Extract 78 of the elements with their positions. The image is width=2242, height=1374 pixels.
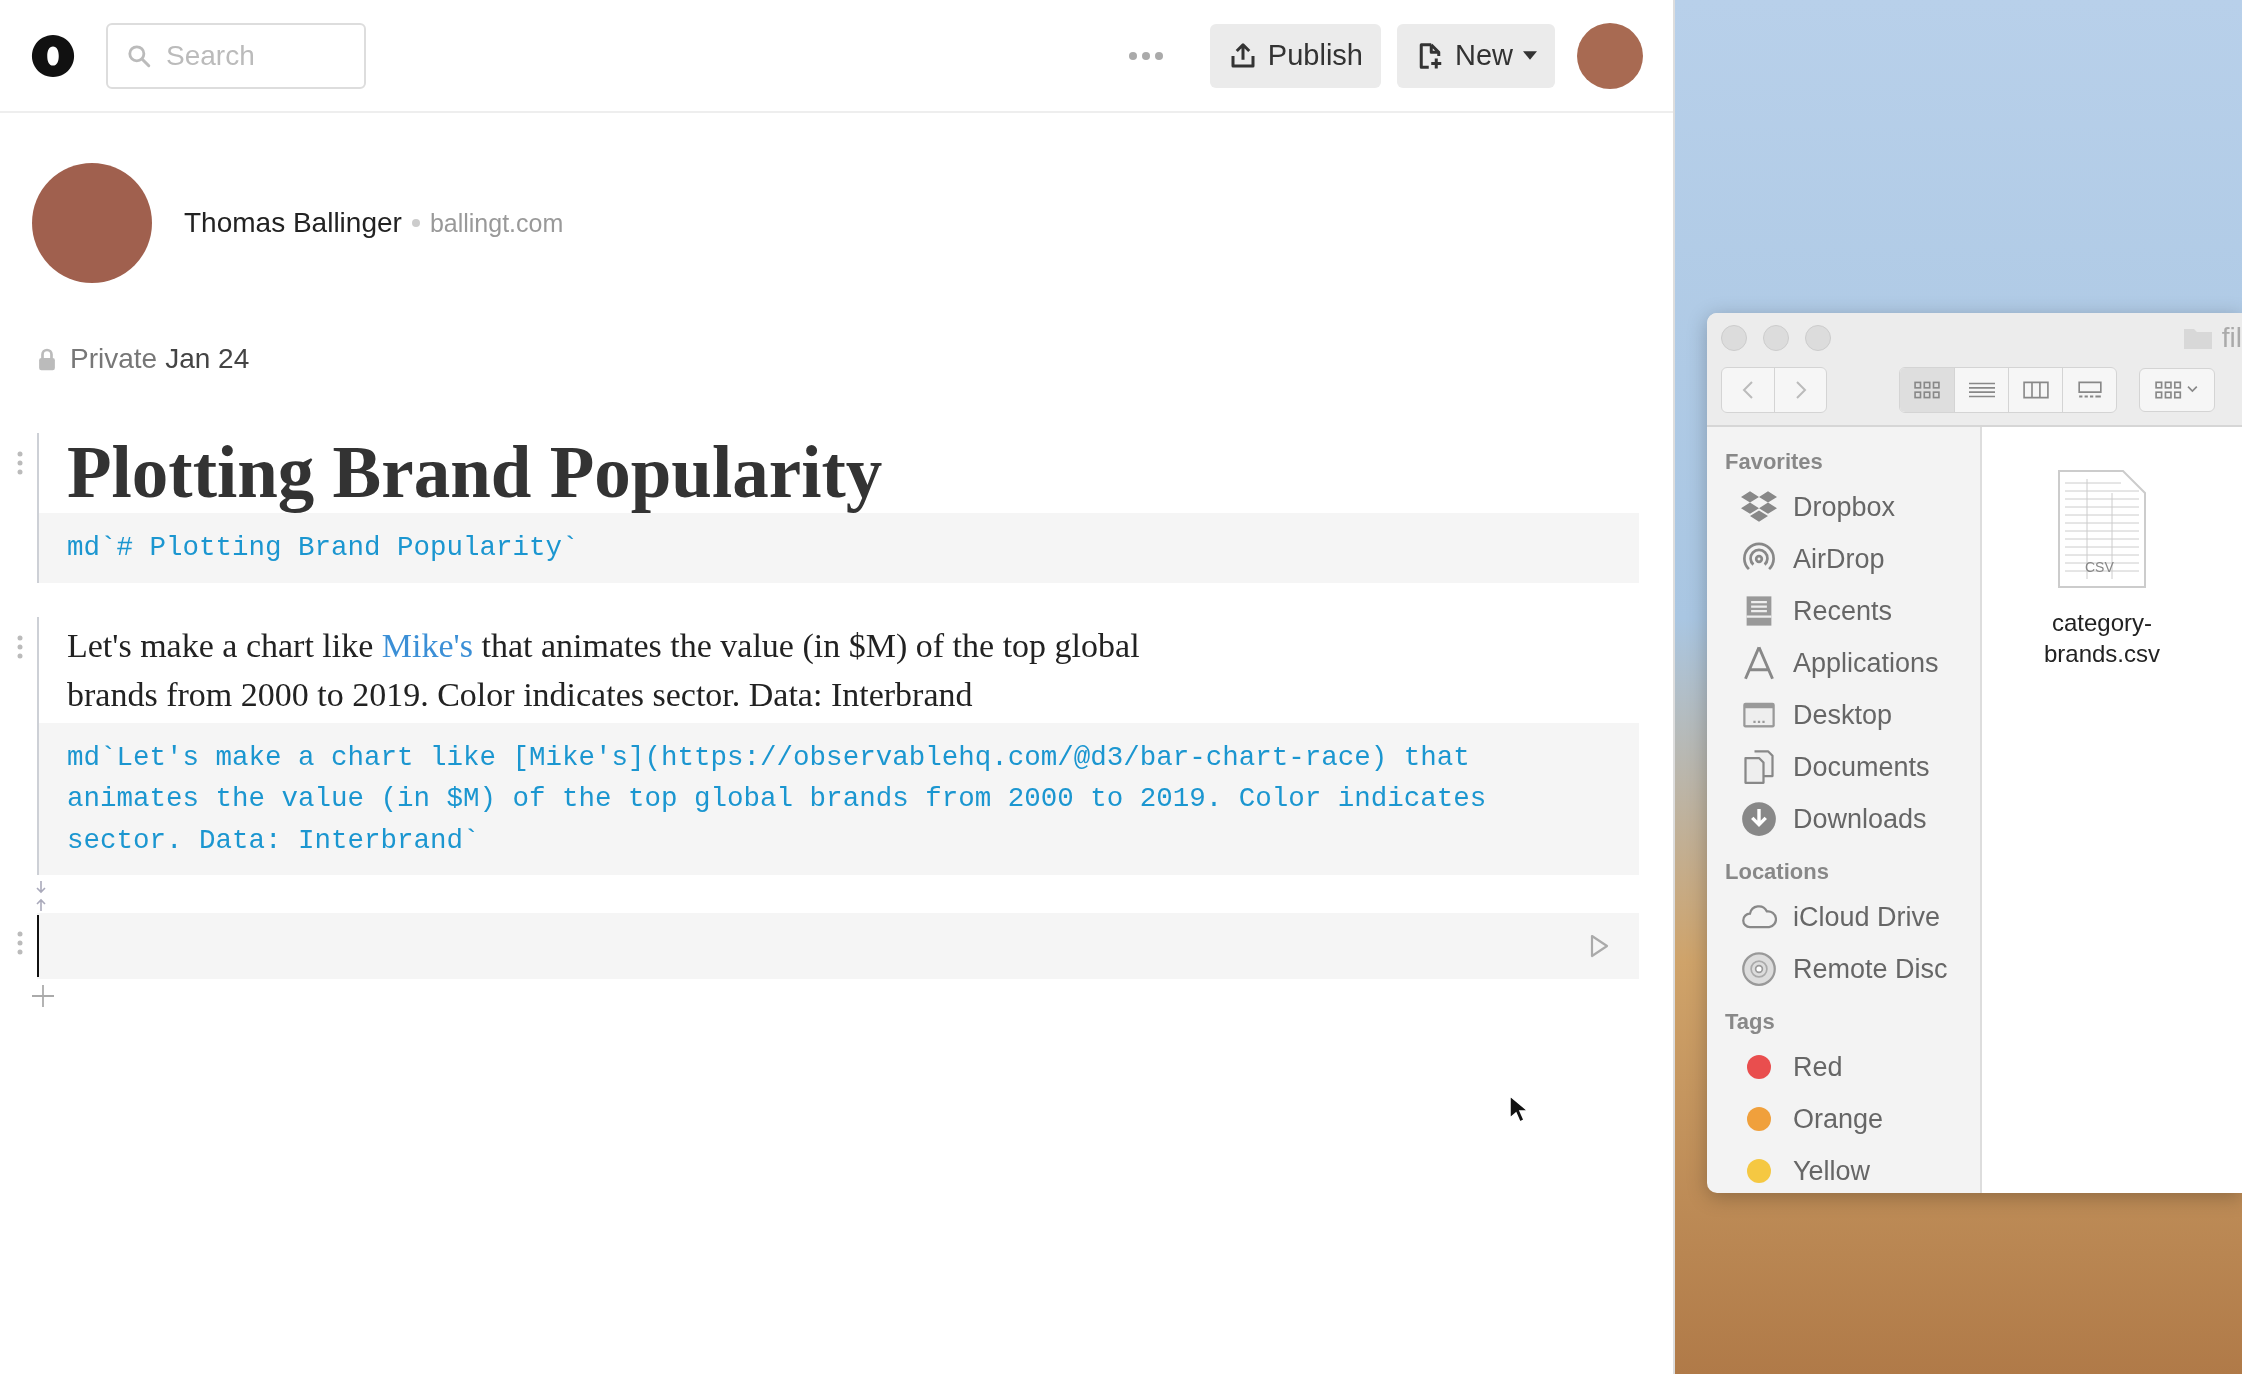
code-block[interactable]: md`# Plotting Brand Popularity` — [39, 513, 1639, 583]
code-block[interactable]: md`Let's make a chart like [Mike's](https://observablehq.com/@d3/bar-chart-race) that animates the value (in $M) of the top global brands from 2000 to 2019. Color indicates sector. Data: Interbrand` — [39, 723, 1639, 875]
caret-icon — [1523, 51, 1537, 60]
sidebar-item[interactable]: Yellow — [1725, 1145, 1980, 1193]
sidebar-item[interactable]: Desktop — [1725, 689, 1980, 741]
item-label: Applications — [1793, 647, 1939, 679]
sidebar-heading: Locations — [1725, 859, 1830, 885]
author-site[interactable]: ballingt.com — [429, 208, 564, 238]
sidebar-heading: Tags — [1725, 1009, 1776, 1035]
item-label: Orange — [1793, 1103, 1884, 1135]
download-icon — [1741, 801, 1777, 837]
cursor-icon — [1508, 1094, 1528, 1124]
search-icon — [126, 42, 152, 69]
item-label: Remote Disc — [1793, 953, 1948, 985]
gallery-icon — [2076, 381, 2103, 399]
icons-view-button[interactable] — [1900, 368, 1954, 412]
code-text: md`# Plotting Brand Popularity` — [67, 531, 580, 566]
zoom-window-button[interactable] — [1805, 325, 1831, 351]
insert-arrows-icon[interactable] — [34, 880, 48, 911]
item-label: AirDrop — [1793, 543, 1885, 575]
item-label: Desktop — [1793, 699, 1893, 731]
sidebar-item[interactable]: Red — [1725, 1041, 1980, 1093]
add-cell-icon[interactable] — [32, 984, 54, 1007]
item-label: Dropbox — [1793, 491, 1896, 523]
item-label: Yellow — [1793, 1155, 1871, 1187]
grid-icon — [1914, 381, 1940, 399]
notebook-title: Plotting Brand Popularity — [66, 433, 884, 514]
lock-icon — [38, 347, 56, 371]
item-label: iCloud Drive — [1793, 901, 1941, 933]
publish-button[interactable]: Publish — [1209, 23, 1381, 88]
sidebar-item[interactable]: AirDrop — [1725, 533, 1980, 585]
code-input[interactable] — [37, 912, 1639, 979]
drag-handle-icon[interactable] — [17, 451, 23, 475]
intro-paragraph: Let's make a chart like Mike's that animates the value (in $M) of the top global brands from 2000 to 2019. Color indicates sector. Data: Interbrand — [66, 625, 1141, 715]
item-label: Red — [1793, 1051, 1843, 1083]
mike-link[interactable]: Mike's — [381, 626, 473, 664]
sidebar-item[interactable]: Dropbox — [1725, 481, 1980, 533]
sidebar-item[interactable]: Documents — [1725, 741, 1980, 793]
separator-dot — [411, 219, 420, 227]
apps-icon — [1741, 645, 1777, 681]
list-icon — [1968, 381, 1995, 399]
new-button[interactable]: New — [1397, 23, 1555, 88]
drag-handle-icon[interactable] — [17, 930, 23, 955]
sidebar-item[interactable]: Applications — [1725, 637, 1980, 689]
grid-dropdown-icon — [2155, 381, 2199, 399]
documents-icon — [1741, 749, 1777, 785]
sidebar-item[interactable]: Remote Disc — [1725, 943, 1980, 995]
date-label: Jan 24 — [165, 343, 250, 375]
item-label: Downloads — [1793, 803, 1927, 835]
navigation-buttons[interactable] — [1721, 367, 1827, 413]
sidebar-item[interactable]: iCloud Drive — [1725, 891, 1980, 943]
code-text: md`Let's make a chart like [Mike's](https://observablehq.com/@d3/bar-chart-race) that animates the value (in $M) of the top global brands from 2000 to 2019. Color indicates sector. Data: Interbrand` — [67, 741, 1488, 858]
item-label: Recents — [1793, 595, 1893, 627]
close-window-button[interactable] — [1721, 325, 1747, 351]
chevron-right-icon — [1794, 380, 1807, 400]
disc-icon — [1741, 951, 1777, 987]
file-type-label: CSV — [2085, 559, 2114, 575]
chevron-left-icon — [1742, 380, 1754, 400]
sidebar-item[interactable]: Recents — [1725, 585, 1980, 637]
minimize-window-button[interactable] — [1763, 325, 1789, 351]
sidebar-item[interactable]: Orange — [1725, 1093, 1980, 1145]
file-name[interactable]: category-brands.csv — [2027, 607, 2177, 670]
sidebar-item[interactable]: Downloads — [1725, 793, 1980, 845]
search-box[interactable]: Search — [106, 22, 366, 89]
author-name[interactable]: Thomas Ballinger — [184, 207, 402, 239]
search-input[interactable]: Search — [164, 38, 318, 73]
visibility-label: Private — [70, 343, 158, 375]
logo-icon[interactable] — [30, 32, 76, 79]
item-label: Documents — [1793, 751, 1930, 783]
drag-handle-icon[interactable] — [17, 634, 23, 659]
sidebar-heading: Favorites — [1725, 449, 1824, 475]
columns-icon — [2022, 381, 2049, 399]
more-icon[interactable] — [1127, 50, 1164, 61]
group-button[interactable] — [2139, 368, 2215, 412]
view-switcher[interactable] — [1899, 367, 2117, 413]
window-title: fil — [2221, 322, 2242, 354]
spreadsheet-page-icon — [2055, 469, 2149, 589]
run-icon[interactable] — [1589, 933, 1609, 958]
